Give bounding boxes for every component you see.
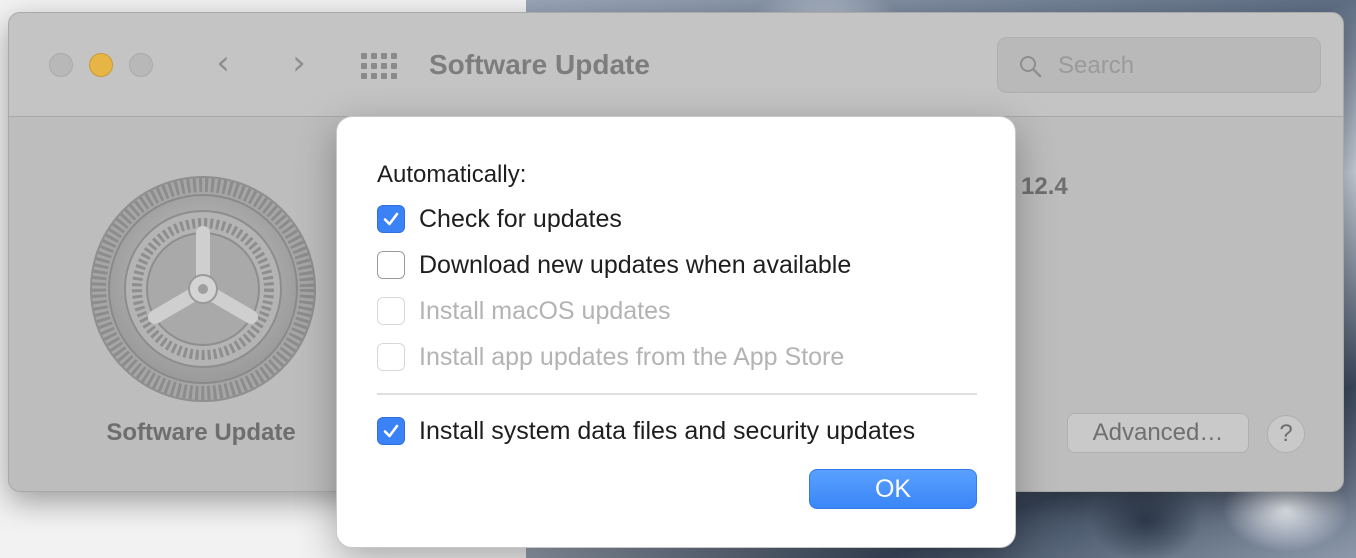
show-all-grid-icon[interactable] xyxy=(361,53,399,79)
install-security-updates-option[interactable]: Install system data files and security u… xyxy=(377,416,915,446)
automatic-updates-sheet: Automatically: Check for updates Downloa… xyxy=(336,116,1016,548)
install-macos-updates-label: Install macOS updates xyxy=(419,297,671,325)
forward-button[interactable]: › xyxy=(281,46,317,83)
check-for-updates-checkbox[interactable] xyxy=(377,205,405,233)
software-update-gear-icon xyxy=(90,176,316,402)
install-app-updates-option: Install app updates from the App Store xyxy=(377,342,844,372)
install-app-updates-checkbox xyxy=(377,343,405,371)
sheet-heading: Automatically: xyxy=(377,161,527,188)
search-icon xyxy=(1020,56,1042,78)
window-title: Software Update xyxy=(429,49,650,80)
install-macos-updates-checkbox xyxy=(377,297,405,325)
window-toolbar: ‹ › Software Update xyxy=(9,13,1343,117)
close-window-button[interactable] xyxy=(49,53,73,77)
advanced-button[interactable]: Advanced… xyxy=(1067,413,1249,453)
install-app-updates-label: Install app updates from the App Store xyxy=(419,343,845,371)
search-input[interactable] xyxy=(1058,50,1298,82)
ok-button[interactable]: OK xyxy=(809,469,977,509)
check-for-updates-label: Check for updates xyxy=(419,205,622,233)
download-updates-option[interactable]: Download new updates when available xyxy=(377,250,851,280)
download-updates-checkbox[interactable] xyxy=(377,251,405,279)
checkmark-icon xyxy=(383,424,399,438)
download-updates-label: Download new updates when available xyxy=(419,251,852,279)
checkmark-icon xyxy=(383,212,399,226)
install-security-updates-checkbox[interactable] xyxy=(377,417,405,445)
back-button[interactable]: ‹ xyxy=(205,46,241,83)
search-field[interactable] xyxy=(997,37,1321,93)
install-macos-updates-option: Install macOS updates xyxy=(377,296,671,326)
check-for-updates-option[interactable]: Check for updates xyxy=(377,204,622,234)
zoom-window-button[interactable] xyxy=(129,53,153,77)
help-button[interactable]: ? xyxy=(1267,415,1305,453)
install-security-updates-label: Install system data files and security u… xyxy=(419,417,916,445)
sheet-divider xyxy=(377,393,977,395)
minimize-window-button[interactable] xyxy=(89,53,113,77)
